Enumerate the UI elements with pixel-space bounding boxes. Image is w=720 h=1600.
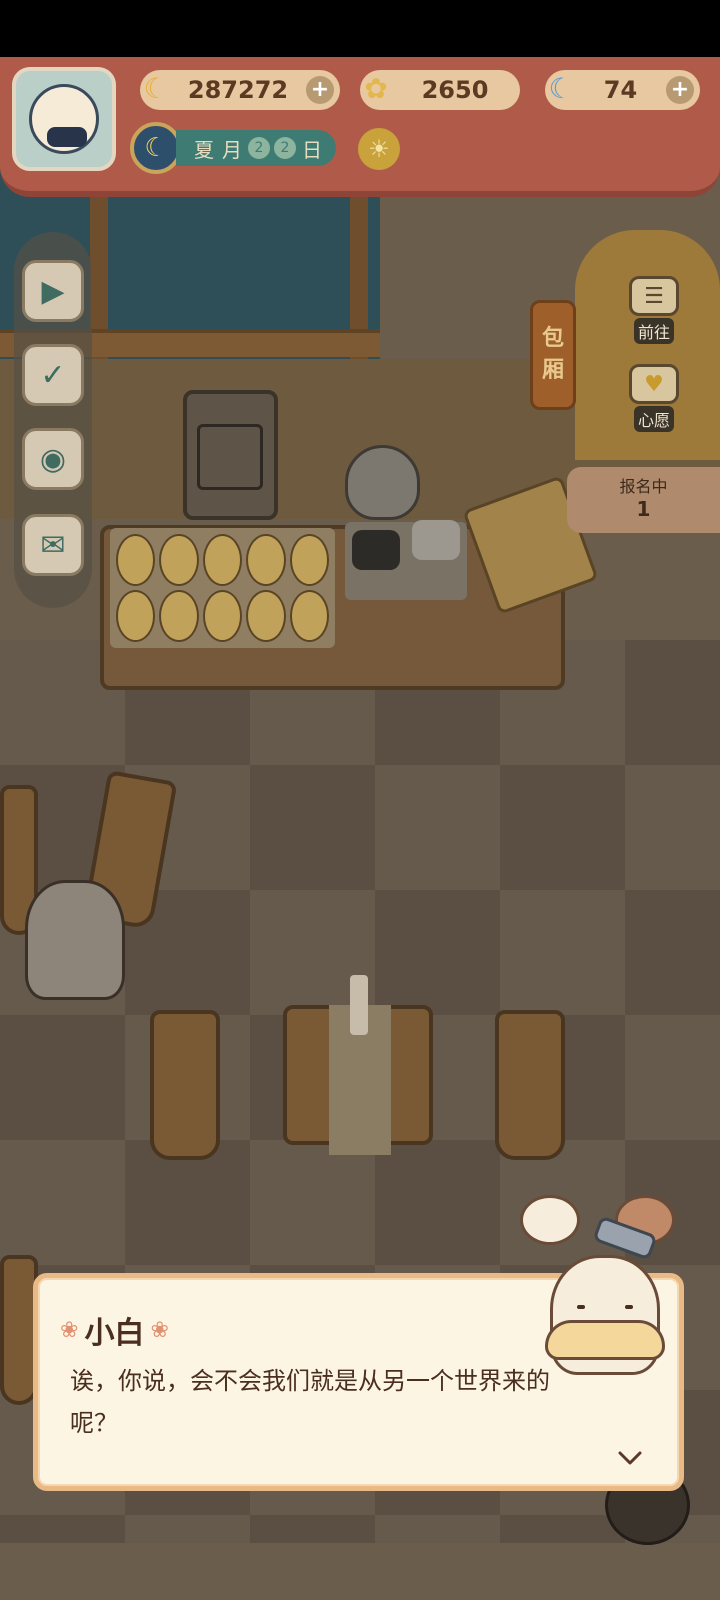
banana-currency: ☾ 287272 +	[140, 70, 340, 110]
private-room-sign[interactable]: 包 厢	[530, 300, 576, 410]
signup-label: 报名中	[619, 477, 668, 496]
paw-icon: ❀	[150, 1317, 169, 1343]
heart-icon: ♥	[629, 364, 679, 404]
speaker-name: ❀ 小白 ❀	[60, 1308, 169, 1352]
moon-icon: ☾	[130, 122, 182, 174]
calendar-date[interactable]: ☾ 夏 月 2 2 日	[130, 122, 336, 174]
chef-cat[interactable]	[345, 445, 420, 520]
chair	[150, 1010, 220, 1160]
speaker-name-text: 小白	[84, 1316, 145, 1351]
sunny-weather-icon[interactable]: ☀	[358, 128, 400, 170]
bunny-customer[interactable]	[25, 880, 125, 1000]
pot	[412, 520, 460, 560]
left-toolbar: ▶ ✓ ◉ ✉	[14, 232, 92, 608]
chair	[495, 1010, 565, 1160]
dialog-text: 诶，你说，会不会我们就是从另一个世界来的呢？	[70, 1367, 550, 1437]
date-pill: 夏 月 2 2 日	[176, 130, 336, 166]
blue-banana-currency: ☾ 74 +	[545, 70, 700, 110]
dish	[246, 590, 286, 642]
goto-button[interactable]: ☰ 前往	[622, 272, 686, 344]
tv-icon[interactable]: ▶	[22, 260, 84, 322]
month-label: 月	[222, 137, 242, 162]
day-label: 日	[302, 137, 322, 162]
mail-icon[interactable]: ✉	[22, 514, 84, 576]
dish	[246, 534, 286, 586]
day-digit: 2	[274, 137, 296, 159]
bunny-eye	[577, 1305, 585, 1309]
dish	[159, 534, 199, 586]
cat-avatar-icon	[29, 84, 99, 154]
bunny-dress	[545, 1320, 665, 1360]
bunny-eye	[625, 1305, 633, 1309]
day-digit: 2	[248, 137, 270, 159]
player-avatar[interactable]	[12, 67, 116, 171]
dish	[116, 590, 156, 642]
food-tray[interactable]	[110, 528, 335, 648]
clover-currency: ✿ 2650	[360, 70, 520, 110]
chevron-down-icon[interactable]	[617, 1448, 643, 1468]
season-label: 夏	[194, 137, 214, 162]
bunny-ear	[520, 1195, 580, 1245]
paw-icon: ❀	[60, 1317, 79, 1343]
goto-label: 前往	[633, 318, 674, 344]
clover-icon: ✿	[364, 71, 388, 105]
dish	[202, 534, 243, 586]
dish	[116, 534, 156, 586]
sign-char: 包	[541, 326, 564, 351]
banana-icon: ☾	[143, 71, 169, 105]
blue-banana-icon: ☾	[548, 71, 574, 105]
signup-panel[interactable]: 报名中 1	[567, 467, 720, 533]
dish	[202, 590, 243, 642]
frying-pan	[352, 530, 400, 570]
dish	[289, 534, 329, 586]
sign-char: 厢	[541, 358, 564, 383]
oven	[183, 390, 278, 520]
wish-button[interactable]: ♥ 心愿	[622, 360, 686, 432]
candle	[350, 975, 368, 1035]
shop-icon[interactable]: ✓	[22, 344, 84, 406]
add-blue-banana-button[interactable]: +	[666, 76, 694, 104]
dish	[159, 590, 199, 642]
speaker-bunny-portrait	[520, 1195, 685, 1395]
dish	[289, 590, 329, 642]
signup-count: 1	[636, 497, 651, 521]
camera-icon[interactable]: ◉	[22, 428, 84, 490]
wish-label: 心愿	[633, 406, 674, 432]
add-banana-button[interactable]: +	[306, 76, 334, 104]
signboard-icon: ☰	[629, 276, 679, 316]
